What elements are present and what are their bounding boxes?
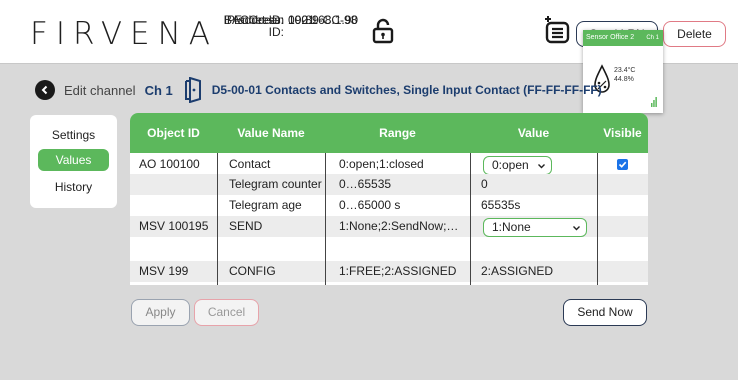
sensor-temperature: 23.4°C <box>614 67 636 74</box>
column-header: Range <box>379 126 416 140</box>
column-header: Visible <box>603 126 642 140</box>
sensor-channel: Ch 1 <box>646 35 659 41</box>
sensor-values: 23.4°C 44.8% <box>614 66 635 84</box>
table-row: Telegram counter 0…65535 0 <box>130 174 648 195</box>
object-id-cell: MSV 100195 <box>139 219 209 233</box>
logo: FIRVENA <box>30 16 219 52</box>
table-row: Telegram age 0…65000 s 65535s <box>130 195 648 216</box>
object-id-cell <box>139 195 215 216</box>
chevron-down-icon <box>573 226 580 231</box>
delete-button[interactable]: Delete <box>663 21 726 47</box>
column-divider <box>470 153 471 285</box>
range-cell: 0…65535 <box>339 177 392 191</box>
value-cell: 65535s <box>481 198 521 212</box>
table-row: MSV 100195 SEND 1:None;2:SendNow;… 1:None <box>130 216 648 237</box>
column-divider <box>597 153 598 285</box>
door-contact-icon <box>184 77 201 103</box>
object-id-cell <box>139 174 215 195</box>
range-cell: 0…65000 s <box>339 198 401 212</box>
channel-label: Ch 1 <box>144 82 173 98</box>
value-name-cell: Contact <box>229 157 271 171</box>
value-name-cell: Telegram age <box>229 198 302 212</box>
value-name-cell <box>229 237 323 258</box>
table-row: AO 100100 Contact 0:open;1:closed 0:open <box>130 154 648 175</box>
value-select[interactable]: 1:None <box>483 218 587 237</box>
chevron-down-icon <box>538 164 545 169</box>
menu-item-history[interactable]: History <box>38 176 109 198</box>
ip-address-label: IP address: <box>223 13 284 27</box>
edit-channel-label: Edit channel <box>64 82 136 98</box>
range-cell: 1:None;2:SendNow;… <box>339 219 459 233</box>
sensor-humidity: 44.8% <box>614 76 634 83</box>
object-id-cell <box>139 237 215 258</box>
menu-item-values[interactable]: Values <box>38 149 109 171</box>
value-cell <box>481 237 595 258</box>
add-channel-icon[interactable] <box>543 15 573 45</box>
table-header: Object ID Value Name Range Value Visible <box>130 113 648 153</box>
range-cell: 1:FREE;2:ASSIGNED <box>339 264 457 278</box>
table-row: MSV 199 CONFIG 1:FREE;2:ASSIGNED 2:ASSIGNED <box>130 261 648 282</box>
range-cell <box>339 237 467 258</box>
value-select[interactable]: 0:open <box>483 156 552 175</box>
sensor-name: Sensor Office 2 <box>586 34 635 41</box>
eep-description: D5-00-01 Contacts and Switches, Single I… <box>211 83 602 97</box>
column-header: Object ID <box>147 126 200 140</box>
column-header: Value Name <box>237 126 305 140</box>
value-name-cell: SEND <box>229 219 263 233</box>
column-divider <box>217 153 218 285</box>
values-table: Object ID Value Name Range Value Visible AO … <box>130 113 648 285</box>
unlock-icon[interactable] <box>372 18 394 44</box>
cancel-button[interactable]: Cancel <box>194 299 259 326</box>
table-row <box>130 237 648 258</box>
column-header: Value <box>517 126 550 140</box>
signal-icon <box>651 97 657 107</box>
apply-button[interactable]: Apply <box>131 299 190 326</box>
range-cell: 0:open;1:closed <box>339 157 424 171</box>
channel-menu: Settings Values History <box>30 115 117 208</box>
sensor-card-header: Sensor Office 2 Ch 1 <box>583 30 663 46</box>
value-select-text: 1:None <box>492 220 531 234</box>
ip-address-value: 192.168.1.90 <box>288 13 359 27</box>
menu-item-settings[interactable]: Settings <box>38 124 109 146</box>
object-id-cell: MSV 199 <box>139 264 189 278</box>
column-divider <box>325 153 326 285</box>
channel-bar: Edit channel Ch 1 D5-00-01 Contacts and … <box>35 77 602 103</box>
value-select-text: 0:open <box>492 158 529 172</box>
value-cell: 2:ASSIGNED <box>481 264 554 278</box>
visible-checkbox[interactable] <box>617 159 628 170</box>
back-icon[interactable] <box>35 80 55 100</box>
value-cell: 0 <box>481 177 488 191</box>
value-name-cell: CONFIG <box>229 264 276 278</box>
value-name-cell: Telegram counter <box>229 177 322 191</box>
check-icon <box>618 161 627 168</box>
send-now-button[interactable]: Send Now <box>563 299 647 326</box>
object-id-cell: AO 100100 <box>139 157 200 171</box>
